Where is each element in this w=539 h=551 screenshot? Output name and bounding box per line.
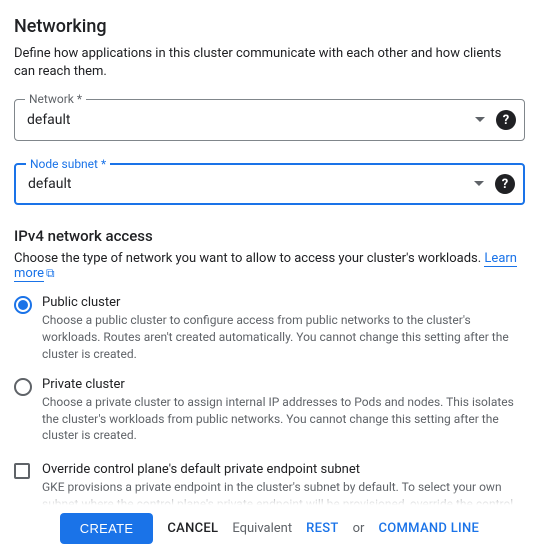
help-icon[interactable]: ? [496, 110, 516, 130]
node-subnet-select[interactable]: Node subnet * default ? [14, 163, 525, 205]
footer-bar: CREATE CANCEL Equivalent REST or COMMAND… [0, 505, 539, 551]
equivalent-label: Equivalent [232, 521, 292, 536]
help-icon[interactable]: ? [495, 174, 515, 194]
checkbox-icon [14, 463, 30, 479]
content-fade [0, 489, 539, 505]
command-line-link[interactable]: COMMAND LINE [378, 521, 479, 536]
rest-link[interactable]: REST [306, 521, 339, 536]
public-cluster-option[interactable]: Public cluster Choose a public cluster t… [14, 295, 525, 362]
network-value: default [27, 112, 71, 128]
ipv4-heading: IPv4 network access [14, 227, 525, 245]
chevron-down-icon [474, 117, 486, 123]
public-cluster-desc: Choose a public cluster to configure acc… [42, 312, 525, 362]
node-subnet-label: Node subnet * [26, 157, 110, 171]
private-cluster-desc: Choose a private cluster to assign inter… [42, 394, 525, 444]
radio-icon [14, 296, 32, 314]
network-label: Network * [25, 92, 86, 106]
private-cluster-label: Private cluster [42, 377, 525, 392]
network-select[interactable]: Network * default ? [14, 99, 525, 141]
ipv4-description: Choose the type of network you want to a… [14, 251, 525, 281]
public-cluster-label: Public cluster [42, 295, 525, 310]
create-button[interactable]: CREATE [60, 513, 154, 544]
private-cluster-option[interactable]: Private cluster Choose a private cluster… [14, 377, 525, 444]
chevron-down-icon [473, 181, 485, 187]
external-link-icon: ⧉ [46, 266, 55, 280]
node-subnet-value: default [28, 176, 72, 192]
cancel-button[interactable]: CANCEL [167, 521, 218, 536]
radio-icon [14, 378, 32, 396]
or-label: or [353, 521, 365, 536]
networking-description: Define how applications in this cluster … [14, 45, 525, 81]
page-title: Networking [14, 16, 525, 37]
override-label: Override control plane's default private… [42, 462, 525, 477]
